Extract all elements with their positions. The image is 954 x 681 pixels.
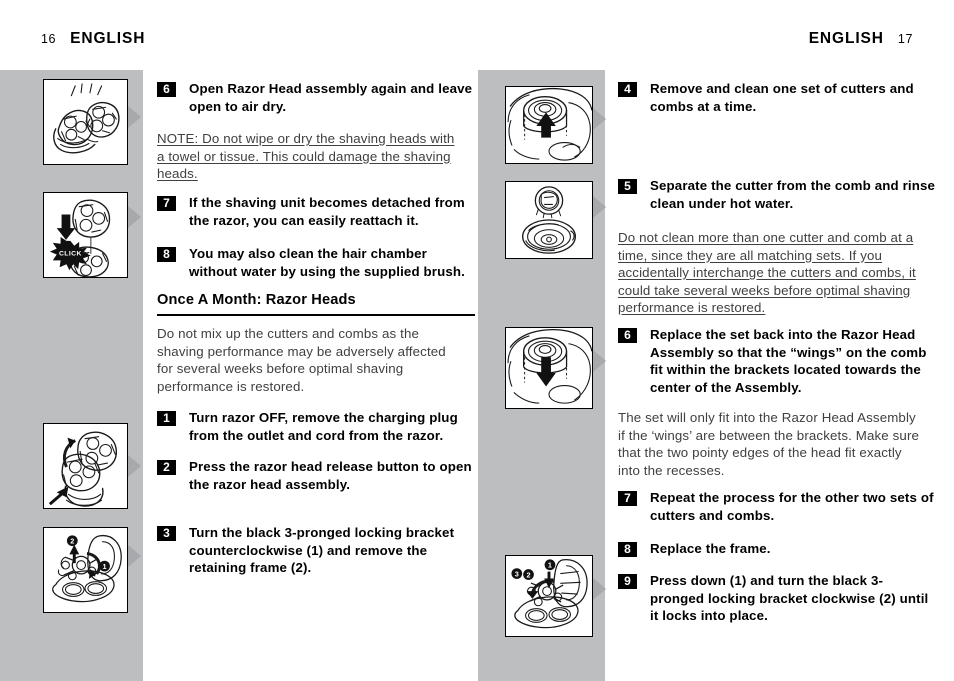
replace-cutter-comb-set-figure [505, 327, 593, 409]
page-number-left: 16 [41, 32, 57, 46]
step-text: You may also clean the hair chamber with… [189, 246, 465, 279]
step-item-4-right: 4 Remove and clean one set of cutters an… [618, 80, 936, 115]
step-item-6-right: 6 Replace the set back into the Razor He… [618, 326, 936, 396]
svg-text:1: 1 [103, 562, 107, 571]
shaving-unit-reattach-click-figure: CLICK [43, 192, 128, 278]
step-text: Separate the cutter from the comb and ri… [650, 178, 936, 211]
step-number: 5 [618, 179, 637, 194]
step-item-3-left: 3 Turn the black 3-pronged locking brack… [157, 524, 475, 577]
step-item-6-left: 6 Open Razor Head assembly again and lea… [157, 80, 475, 115]
step-number: 6 [618, 328, 637, 343]
header-right: ENGLISH 17 [809, 30, 913, 48]
figure-pointer-5 [593, 108, 606, 130]
step-item-5-right: 5 Separate the cutter from the comb and … [618, 177, 936, 212]
note-paragraph-right: Do not clean more than one cutter and co… [618, 229, 920, 317]
body-paragraph-right: The set will only fit into the Razor Hea… [618, 410, 920, 478]
step-number: 1 [157, 411, 176, 426]
step-text: Remove and clean one set of cutters and … [650, 81, 914, 114]
note-paragraph-left: NOTE: Do not wipe or dry the shaving hea… [157, 130, 457, 183]
note-text: Do not clean more than one cutter and co… [618, 230, 916, 315]
figure-pointer-7 [593, 350, 606, 372]
step-number: 7 [618, 491, 637, 506]
step-item-2-left: 2 Press the razor head release button to… [157, 458, 475, 493]
step-text: Press down (1) and turn the black 3-pron… [650, 573, 929, 623]
step-number: 6 [157, 82, 176, 97]
step-number: 2 [157, 460, 176, 475]
section-heading-once-a-month: Once A Month: Razor Heads [157, 292, 356, 308]
step-number: 9 [618, 574, 637, 589]
svg-text:1: 1 [548, 561, 552, 570]
step-text: Press the razor head release button to o… [189, 459, 472, 492]
figure-pointer-4 [128, 545, 141, 567]
step-item-1-left: 1 Turn razor OFF, remove the charging pl… [157, 409, 475, 444]
step-item-7-right: 7 Repeat the process for the other two s… [618, 489, 936, 524]
figure-pointer-8 [593, 578, 606, 600]
razor-head-open-air-dry-figure [43, 79, 128, 165]
step-item-7-left: 7 If the shaving unit becomes detached f… [157, 194, 475, 229]
step-number: 7 [157, 196, 176, 211]
figure-pointer-6 [593, 196, 606, 218]
step-text: If the shaving unit becomes detached fro… [189, 195, 465, 228]
step-number: 3 [157, 526, 176, 541]
svg-text:2: 2 [526, 570, 530, 579]
svg-text:3: 3 [515, 569, 519, 578]
figure-pointer-2 [128, 206, 141, 228]
step-number: 4 [618, 82, 637, 97]
svg-text:2: 2 [70, 537, 74, 546]
page-number-right: 17 [897, 32, 913, 46]
section-rule [157, 314, 475, 316]
svg-text:CLICK: CLICK [59, 251, 82, 258]
figure-pointer-1 [128, 106, 141, 128]
header-title-left: ENGLISH [70, 30, 146, 47]
section-intro-paragraph-left: Do not mix up the cutters and combs as t… [157, 326, 446, 394]
note-text: NOTE: Do not wipe or dry the shaving hea… [157, 131, 455, 181]
step-text: Replace the frame. [650, 541, 771, 556]
step-item-8-right: 8 Replace the frame. [618, 540, 936, 558]
step-number: 8 [157, 247, 176, 262]
locking-bracket-clockwise-figure: 1 2 3 [505, 555, 593, 637]
open-razor-head-assembly-figure [43, 423, 128, 509]
header-left: 16 ENGLISH [41, 30, 145, 48]
header-title-right: ENGLISH [808, 30, 884, 47]
locking-bracket-counterclockwise-figure: 2 1 [43, 527, 128, 613]
step-text: Open Razor Head assembly again and leave… [189, 81, 473, 114]
remove-cutter-comb-set-figure [505, 86, 593, 164]
step-text: Turn the black 3-pronged locking bracket… [189, 525, 455, 575]
page-header: 16 ENGLISH ENGLISH 17 [0, 30, 954, 52]
figure-pointer-3 [128, 455, 141, 477]
separate-cutter-from-comb-figure [505, 181, 593, 259]
step-item-9-right: 9 Press down (1) and turn the black 3-pr… [618, 572, 936, 625]
step-text: Repeat the process for the other two set… [650, 490, 934, 523]
step-number: 8 [618, 542, 637, 557]
step-item-8-left: 8 You may also clean the hair chamber wi… [157, 245, 475, 280]
step-text: Replace the set back into the Razor Head… [650, 327, 927, 395]
step-text: Turn razor OFF, remove the charging plug… [189, 410, 458, 443]
